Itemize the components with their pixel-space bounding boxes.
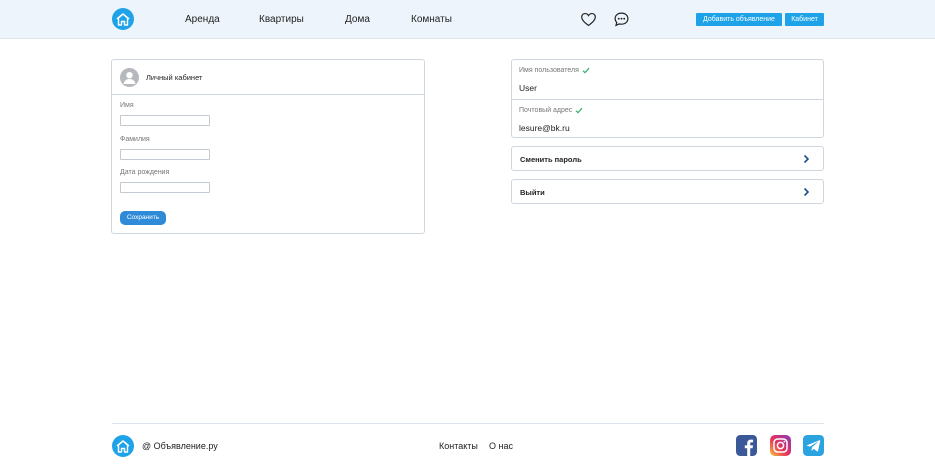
username-value: User: [519, 83, 537, 93]
footer-divider: [112, 423, 824, 424]
username-label-group: Имя пользователя: [519, 67, 590, 74]
top-header: Аренда Квартиры Дома Комнаты Добавить об…: [0, 0, 935, 39]
telegram-icon[interactable]: [803, 435, 824, 456]
first-name-label: Имя: [120, 102, 134, 109]
cabinet-button[interactable]: Кабинет: [785, 13, 824, 26]
birth-date-label: Дата рождения: [120, 169, 170, 176]
logout-button[interactable]: Выйти: [511, 179, 824, 204]
logout-label: Выйти: [520, 188, 545, 197]
home-logo-icon[interactable]: [112, 8, 134, 30]
check-icon: [582, 67, 590, 74]
instagram-icon[interactable]: [770, 435, 791, 456]
email-label-group: Почтовый адрес: [519, 107, 583, 114]
nav-rent[interactable]: Аренда: [185, 14, 220, 25]
first-name-field[interactable]: [120, 115, 210, 126]
email-row: Почтовый адрес lesure@bk.ru: [512, 99, 823, 138]
check-icon: [575, 107, 583, 114]
user-avatar-icon: [120, 68, 139, 87]
email-label: Почтовый адрес: [519, 107, 573, 114]
last-name-field[interactable]: [120, 149, 210, 160]
profile-form-panel: Личный кабинет Имя Фамилия Дата рождения…: [111, 59, 425, 234]
chevron-right-icon: [803, 154, 810, 164]
nav-houses[interactable]: Дома: [345, 14, 370, 25]
chat-icon[interactable]: [613, 11, 630, 28]
footer-link-contacts[interactable]: Контакты: [439, 441, 478, 451]
facebook-icon[interactable]: [736, 435, 757, 456]
profile-form-header: Личный кабинет: [112, 60, 424, 95]
footer-brand: @ Объявление.ру: [142, 441, 218, 451]
email-value: lesure@bk.ru: [519, 123, 570, 133]
change-password-button[interactable]: Сменить пароль: [511, 146, 824, 171]
footer-home-logo-icon[interactable]: [112, 435, 134, 457]
add-listing-button[interactable]: Добавить объявление: [696, 13, 782, 26]
nav-rooms[interactable]: Комнаты: [411, 14, 452, 25]
username-label: Имя пользователя: [519, 67, 579, 74]
change-password-label: Сменить пароль: [520, 155, 582, 164]
footer-link-about[interactable]: О нас: [489, 441, 513, 451]
username-row: Имя пользователя User: [512, 60, 823, 99]
nav-apartments[interactable]: Квартиры: [259, 14, 304, 25]
account-info-panel: Имя пользователя User Почтовый адрес les…: [511, 59, 824, 138]
profile-form-title: Личный кабинет: [146, 73, 203, 82]
birth-date-field[interactable]: [120, 182, 210, 193]
heart-icon[interactable]: [580, 11, 597, 28]
save-button[interactable]: Сохранить: [120, 211, 166, 225]
last-name-label: Фамилия: [120, 136, 150, 143]
chevron-right-icon: [803, 187, 810, 197]
